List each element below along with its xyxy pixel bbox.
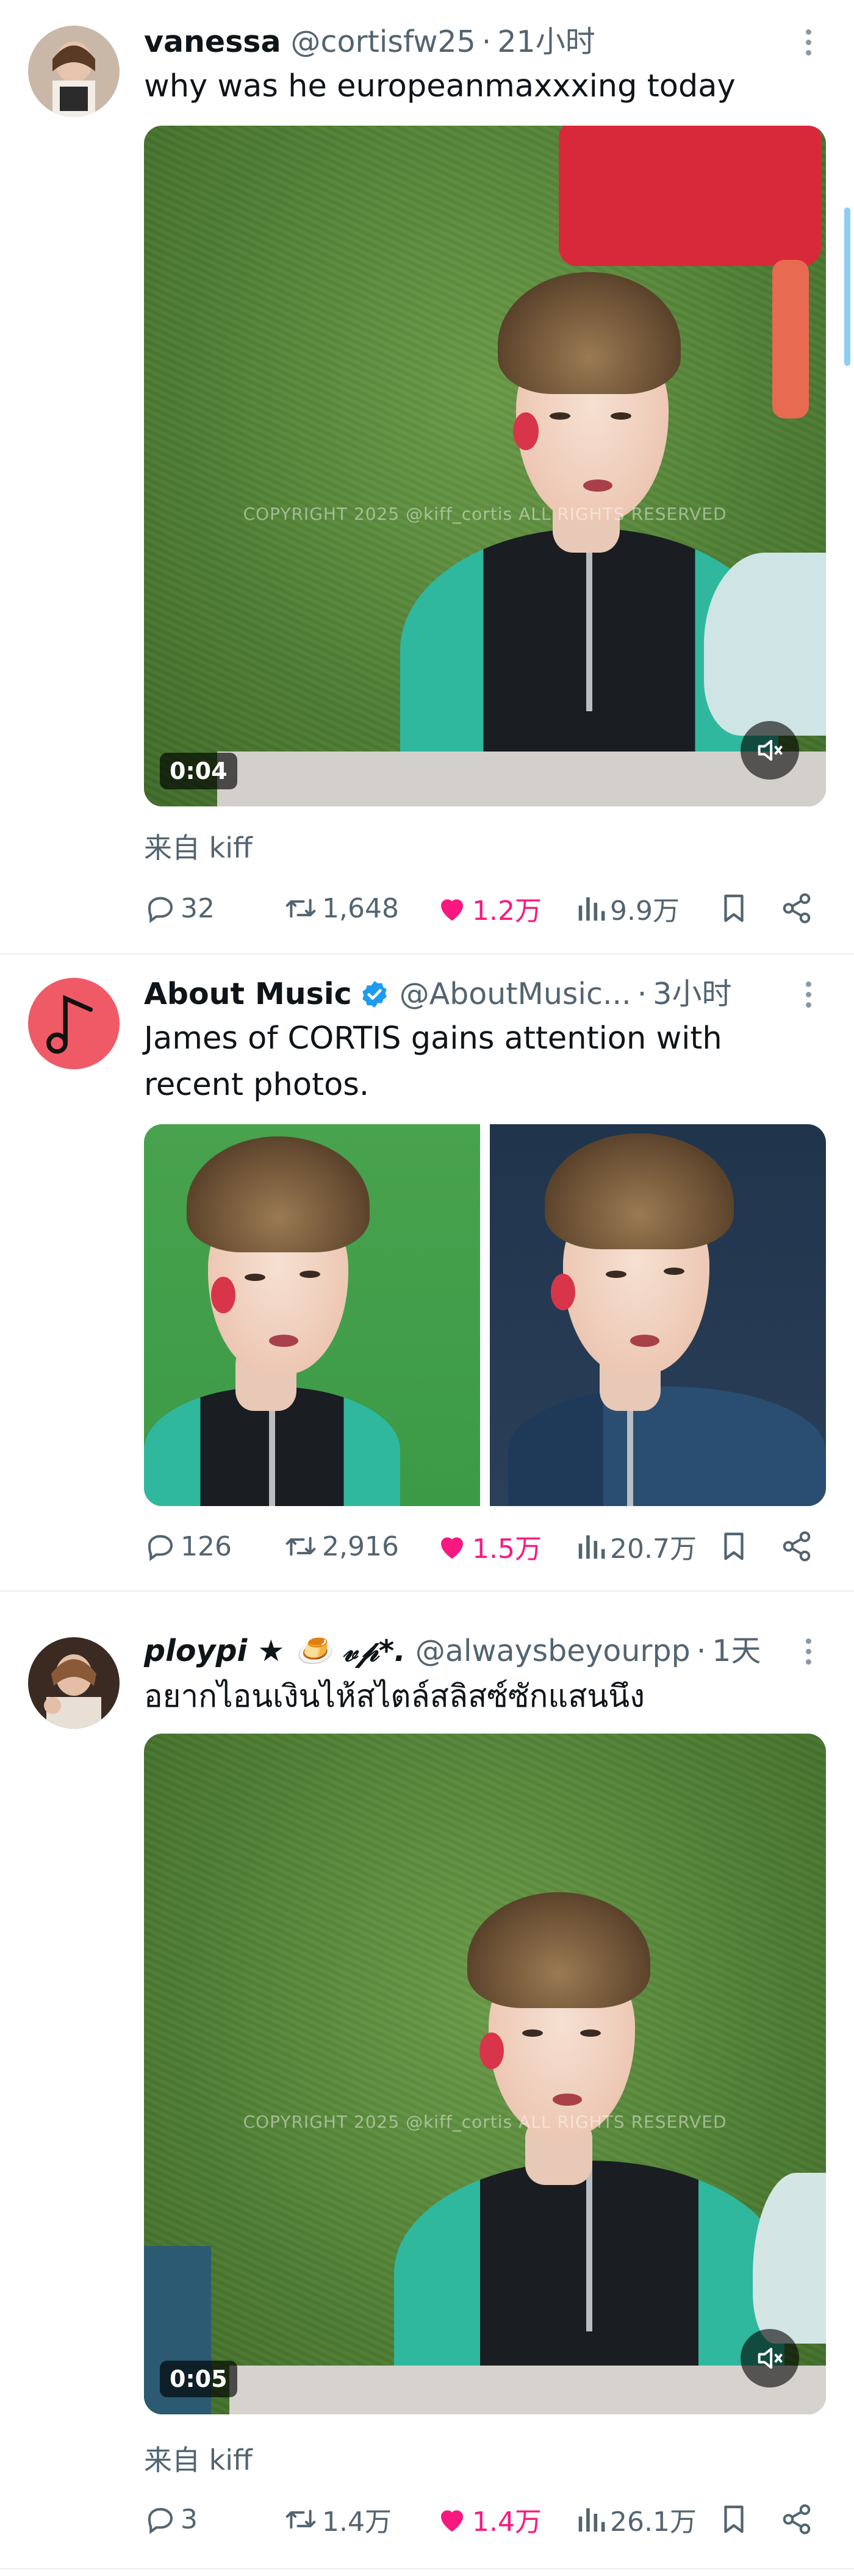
timestamp[interactable]: 21小时 xyxy=(497,21,595,63)
more-icon[interactable] xyxy=(793,21,824,63)
repost-button[interactable]: 1,648 xyxy=(283,892,436,925)
tweet-divider xyxy=(0,2568,854,2570)
music-note-icon xyxy=(46,995,93,1054)
reply-button[interactable]: 3 xyxy=(144,2503,283,2536)
like-button[interactable]: 1.2万 xyxy=(436,889,576,928)
bookmark-icon xyxy=(724,894,744,922)
repost-count: 1,648 xyxy=(322,892,399,924)
tweet-text: why was he europeanmaxxxing today xyxy=(144,68,736,104)
tweet-text: James of CORTIS gains attention with rec… xyxy=(144,1021,722,1103)
more-icon[interactable] xyxy=(793,973,824,1016)
repost-count: 1.4万 xyxy=(322,2506,392,2538)
tweet-header: ploypi ★ 🍮 𝓋𝓅*. @alwaysbeyourpp · 1天 xyxy=(144,1630,761,1673)
views-icon xyxy=(578,897,605,921)
reply-icon xyxy=(148,897,173,924)
video-duration: 0:05 xyxy=(160,2361,237,2397)
bookmark-button[interactable] xyxy=(719,2503,780,2536)
separator-dot: · xyxy=(696,1634,706,1668)
views-count: 26.1万 xyxy=(610,2506,697,2538)
photo-grid xyxy=(144,1124,826,1506)
media-source: 来自 kiff xyxy=(144,2444,253,2477)
bookmark-icon xyxy=(724,2505,744,2533)
views-button[interactable]: 26.1万 xyxy=(576,2500,719,2539)
volume-icon[interactable] xyxy=(741,2329,799,2388)
reply-count: 126 xyxy=(181,1530,232,1562)
scrollbar[interactable] xyxy=(844,207,850,366)
repost-icon xyxy=(285,2510,316,2529)
bookmark-icon xyxy=(724,1532,744,1560)
like-icon xyxy=(441,1537,463,1559)
repost-button[interactable]: 1.4万 xyxy=(283,2500,436,2539)
reply-icon xyxy=(148,1535,173,1562)
share-button[interactable] xyxy=(780,2503,813,2536)
views-count: 20.7万 xyxy=(610,1534,697,1565)
views-icon xyxy=(578,1535,605,1559)
timestamp[interactable]: 1天 xyxy=(712,1630,761,1673)
video-duration: 0:04 xyxy=(160,753,237,789)
timestamp[interactable]: 3小时 xyxy=(653,973,731,1016)
video-watermark: COPYRIGHT 2025 @kiff_cortis ALL RIGHTS R… xyxy=(243,2112,727,2132)
volume-icon[interactable] xyxy=(741,721,799,780)
video-player[interactable]: COPYRIGHT 2025 @kiff_cortis ALL RIGHTS R… xyxy=(144,1734,826,2414)
avatar[interactable] xyxy=(28,26,120,117)
author-handle[interactable]: @cortisfw25 xyxy=(291,21,476,63)
reply-icon xyxy=(148,2508,173,2535)
share-icon xyxy=(783,2504,811,2535)
views-button[interactable]: 9.9万 xyxy=(576,889,719,928)
repost-count: 2,916 xyxy=(322,1530,399,1562)
like-button[interactable]: 1.5万 xyxy=(436,1527,576,1566)
tweet-text: อยากไอนเงินไห้สไตล์สลิสซ์ซักแสนนึง xyxy=(144,1679,645,1715)
share-button[interactable] xyxy=(780,892,813,925)
author-handle[interactable]: @AboutMusic... xyxy=(400,973,631,1016)
views-button[interactable]: 20.7万 xyxy=(576,1527,719,1566)
avatar[interactable] xyxy=(28,1637,120,1729)
like-icon xyxy=(441,899,463,921)
more-icon[interactable] xyxy=(793,1630,824,1673)
like-count: 1.4万 xyxy=(472,2506,542,2538)
reply-count: 3 xyxy=(181,2503,198,2535)
avatar[interactable] xyxy=(28,978,120,1069)
author-name[interactable]: vanessa xyxy=(144,21,281,63)
action-bar: 3 1.4万 1.4万 26.1万 xyxy=(144,2498,826,2541)
tweet[interactable]: About Music @AboutMusic... · 3小时 James o… xyxy=(0,955,854,1589)
like-icon xyxy=(441,2510,463,2532)
share-icon xyxy=(783,893,811,924)
tweet[interactable]: vanessa @cortisfw25 · 21小时 why was he eu… xyxy=(0,0,854,952)
author-name[interactable]: About Music xyxy=(144,973,352,1016)
repost-button[interactable]: 2,916 xyxy=(283,1530,436,1563)
reply-count: 32 xyxy=(181,892,215,924)
like-count: 1.5万 xyxy=(472,1534,542,1565)
video-watermark: COPYRIGHT 2025 @kiff_cortis ALL RIGHTS R… xyxy=(243,504,727,524)
verified-icon xyxy=(362,981,387,1008)
action-bar: 32 1,648 1.2万 9.9万 xyxy=(144,887,826,930)
video-player[interactable]: COPYRIGHT 2025 @kiff_cortis ALL RIGHTS R… xyxy=(144,126,826,806)
repost-icon xyxy=(285,1537,316,1556)
reply-button[interactable]: 126 xyxy=(144,1530,283,1563)
action-bar: 126 2,916 1.5万 20.7万 xyxy=(144,1525,826,1568)
photo[interactable] xyxy=(144,1124,480,1506)
separator-dot: · xyxy=(481,24,492,59)
views-icon xyxy=(578,2508,605,2532)
reply-button[interactable]: 32 xyxy=(144,892,283,925)
share-icon xyxy=(783,1531,811,1562)
share-button[interactable] xyxy=(780,1530,813,1563)
tweet-header: About Music @AboutMusic... · 3小时 xyxy=(144,973,731,1016)
like-count: 1.2万 xyxy=(472,895,542,927)
tweet-header: vanessa @cortisfw25 · 21小时 xyxy=(144,21,595,63)
views-count: 9.9万 xyxy=(610,895,680,927)
tweet[interactable]: ploypi ★ 🍮 𝓋𝓅*. @alwaysbeyourpp · 1天 อยา… xyxy=(0,1592,854,2576)
like-button[interactable]: 1.4万 xyxy=(436,2500,576,2539)
author-handle[interactable]: @alwaysbeyourpp xyxy=(415,1630,691,1673)
bookmark-button[interactable] xyxy=(719,892,780,925)
separator-dot: · xyxy=(637,977,647,1011)
bookmark-button[interactable] xyxy=(719,1530,780,1563)
photo[interactable] xyxy=(490,1124,826,1506)
media-source: 来自 kiff xyxy=(144,831,253,864)
repost-icon xyxy=(285,899,316,918)
author-name[interactable]: ploypi ★ 🍮 𝓋𝓅*. xyxy=(144,1630,406,1673)
